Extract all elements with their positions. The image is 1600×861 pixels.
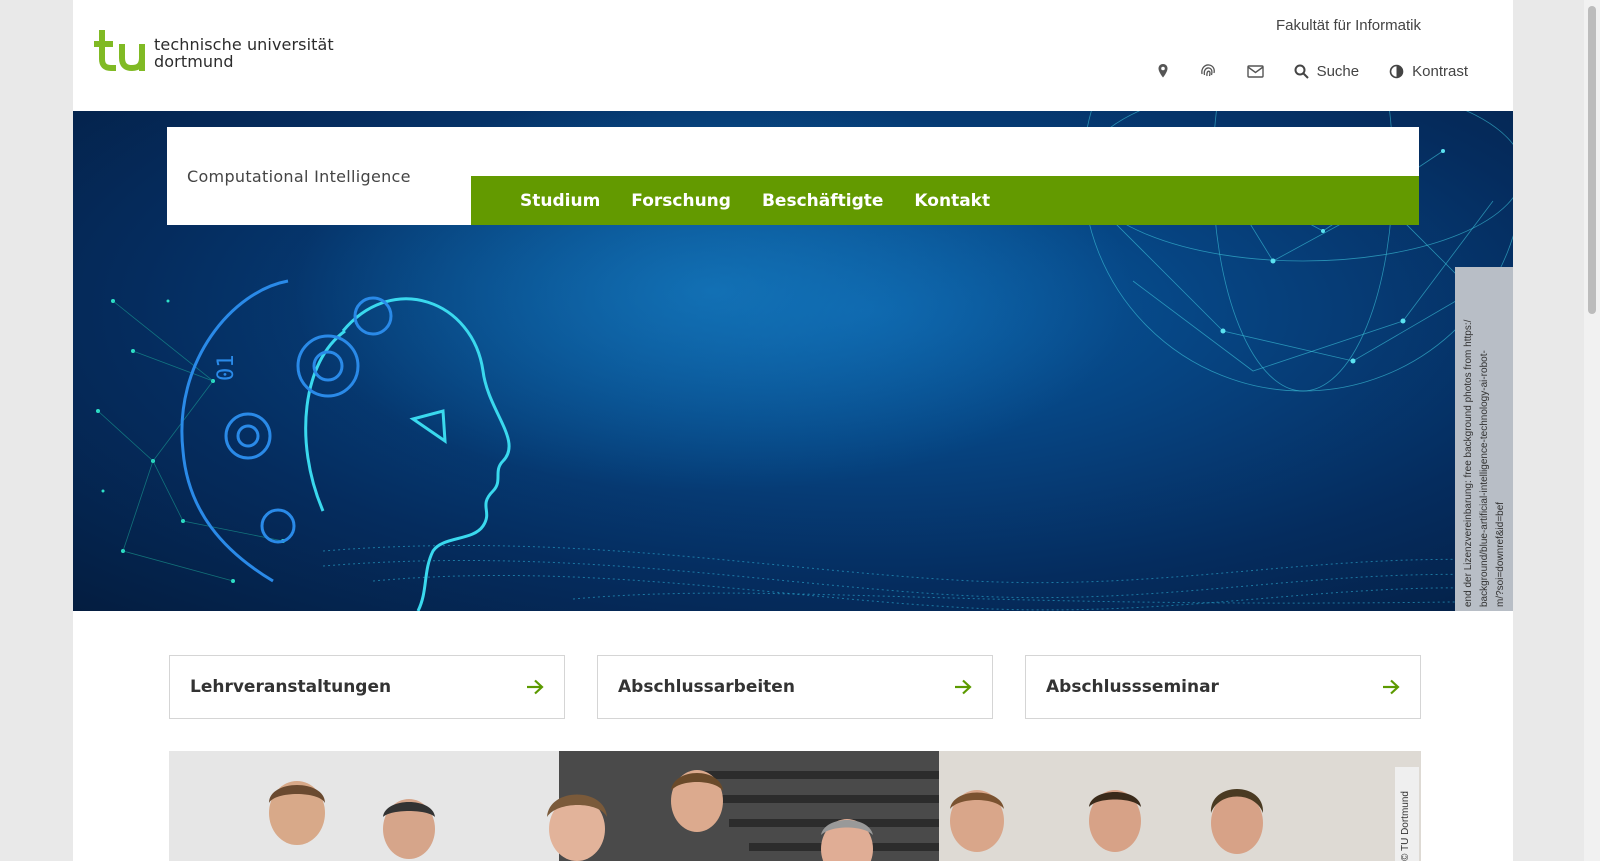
contrast-button[interactable]: Kontrast <box>1389 63 1468 80</box>
image-credit-line-2: background/blue-artificial-intelligence-… <box>1479 350 1490 607</box>
contrast-label: Kontrast <box>1412 62 1468 80</box>
contrast-icon <box>1389 64 1404 78</box>
team-photo: © TU Dortmund <box>169 751 1421 861</box>
quicklink-abschlussseminar[interactable]: Abschlussseminar <box>1025 655 1421 719</box>
quicklink-label: Lehrveranstaltungen <box>190 677 392 697</box>
utility-bar: Suche Kontrast <box>1127 62 1468 80</box>
arrow-right-icon <box>955 679 972 695</box>
arrow-right-icon <box>1383 679 1400 695</box>
title-panel: Computational Intelligence <box>167 127 471 225</box>
main-navigation: Studium Forschung Beschäftigte Kontakt <box>471 176 1419 225</box>
nav-item-kontakt[interactable]: Kontakt <box>914 191 990 211</box>
photo-credit: © TU Dortmund <box>1395 767 1419 861</box>
fingerprint-icon <box>1200 64 1215 77</box>
scrollbar-thumb[interactable] <box>1588 6 1596 314</box>
mail-icon <box>1246 64 1264 78</box>
hero-banner: 01 Computational Intelligence Studium Fo… <box>73 111 1513 611</box>
map-pin-icon <box>1158 64 1168 78</box>
search-button[interactable]: Suche <box>1294 62 1360 80</box>
site-header-box: Computational Intelligence Studium Forsc… <box>167 127 1419 225</box>
tu-logo-mark <box>93 30 147 72</box>
arrow-right-icon <box>527 679 544 695</box>
tu-dortmund-logo[interactable]: technische universität dortmund <box>93 30 334 72</box>
location-button[interactable] <box>1157 63 1169 79</box>
mail-button[interactable] <box>1246 64 1264 78</box>
team-photo-image <box>169 751 1421 861</box>
quicklink-label: Abschlussseminar <box>1046 677 1219 697</box>
nav-item-beschaeftigte[interactable]: Beschäftigte <box>762 191 883 211</box>
quicklink-abschlussarbeiten[interactable]: Abschlussarbeiten <box>597 655 993 719</box>
image-credit-line-1: end der Lizenzvereinbarung: free backgro… <box>1463 319 1474 607</box>
search-icon <box>1294 64 1309 79</box>
logo-text: technische universität dortmund <box>154 36 334 70</box>
page: technische universität dortmund Fakultät… <box>73 0 1513 861</box>
quicklink-lehrveranstaltungen[interactable]: Lehrveranstaltungen <box>169 655 565 719</box>
faculty-link[interactable]: Fakultät für Informatik <box>1276 17 1421 34</box>
quicklinks: Lehrveranstaltungen Abschlussarbeiten Ab… <box>169 655 1421 719</box>
photo-credit-text: © TU Dortmund <box>1400 791 1411 861</box>
nav-item-studium[interactable]: Studium <box>520 191 600 211</box>
quicklink-label: Abschlussarbeiten <box>618 677 795 697</box>
nav-item-forschung[interactable]: Forschung <box>631 191 731 211</box>
logo-line-2: dortmund <box>154 52 234 71</box>
search-label: Suche <box>1316 62 1360 80</box>
image-credit: end der Lizenzvereinbarung: free backgro… <box>1455 267 1513 611</box>
login-button[interactable] <box>1199 62 1217 80</box>
svg-text:01: 01 <box>214 355 239 382</box>
site-title[interactable]: Computational Intelligence <box>187 167 411 186</box>
image-credit-line-3: m/?soi=downref&id=bef <box>1495 501 1506 607</box>
page-scrollbar[interactable] <box>1584 0 1600 861</box>
logo-line-1: technische universität <box>154 35 334 54</box>
